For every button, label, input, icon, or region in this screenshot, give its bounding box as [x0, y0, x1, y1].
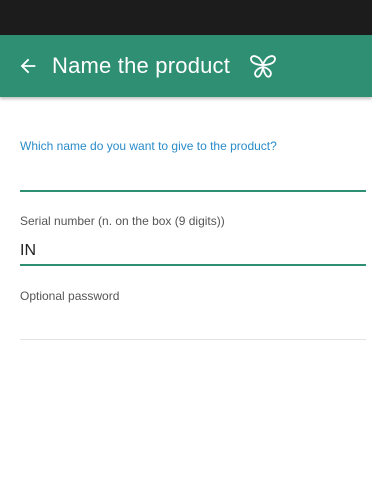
serial-number-label: Serial number (n. on the box (9 digits)) [20, 214, 225, 228]
serial-number-input[interactable] [20, 231, 366, 265]
serial-number-value: IN [20, 242, 36, 259]
app-bar: Name the product [0, 35, 372, 97]
back-button[interactable] [12, 50, 44, 82]
butterfly-logo-icon [246, 49, 280, 83]
product-name-underline [20, 190, 366, 192]
product-name-input[interactable] [20, 157, 366, 191]
arrow-left-icon [20, 58, 36, 74]
serial-number-underline [20, 264, 366, 266]
password-input[interactable] [20, 305, 366, 339]
page-title: Name the product [52, 53, 231, 78]
status-bar [0, 0, 372, 35]
password-underline [20, 339, 366, 340]
password-label: Optional password [20, 289, 120, 303]
product-name-prompt: Which name do you want to give to the pr… [20, 139, 277, 153]
